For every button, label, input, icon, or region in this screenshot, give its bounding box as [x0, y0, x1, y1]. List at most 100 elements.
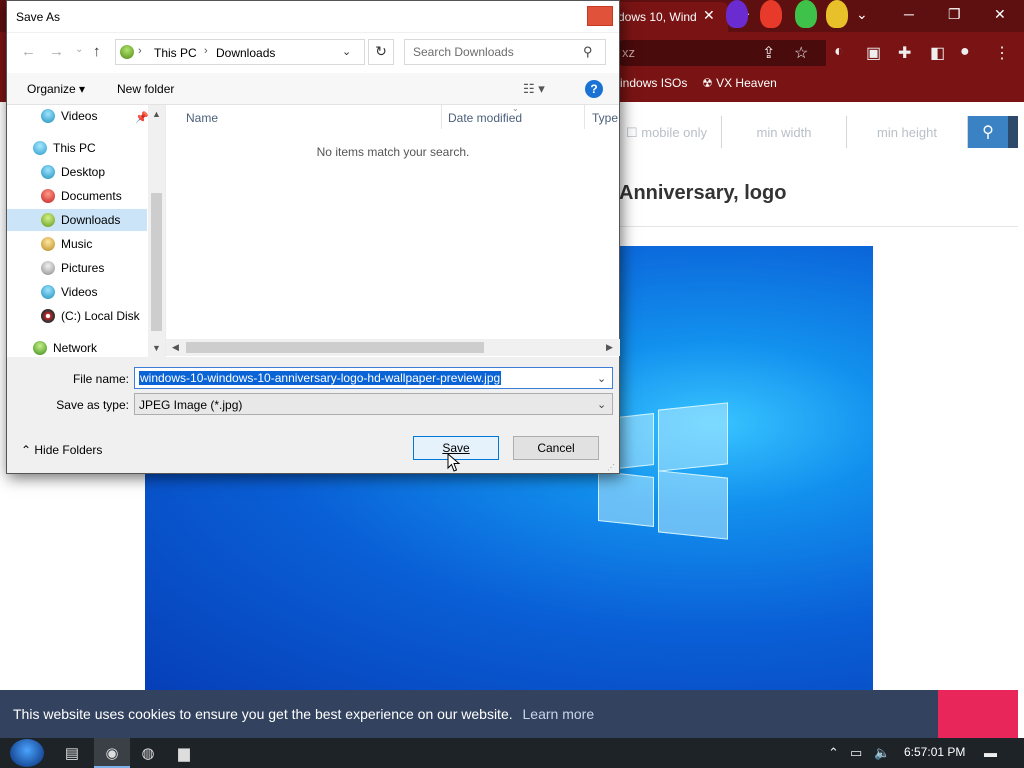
hide-folders-label: Hide Folders [34, 443, 103, 457]
nav-item-music[interactable]: Music [7, 233, 147, 255]
view-options-icon[interactable]: ☷ ▾ [523, 81, 545, 97]
notifications-icon[interactable]: ▬ [984, 745, 997, 760]
new-folder-button[interactable]: New folder [117, 82, 174, 96]
task-view-icon[interactable]: ▤ [54, 738, 90, 768]
nav-item-downloads[interactable]: Downloads [7, 209, 147, 231]
chrome-taskbar-icon[interactable]: ◉ [94, 738, 130, 768]
side-panel-icon[interactable]: ◧ [930, 43, 945, 63]
divider [612, 226, 1018, 227]
network-tray-icon[interactable]: ▭ [850, 745, 862, 761]
share-icon[interactable]: ⇪ [762, 43, 775, 63]
up-arrow-icon[interactable]: ↑ [93, 43, 101, 60]
search-icon[interactable]: ⚲ [583, 44, 593, 60]
ornament-icon [760, 0, 782, 28]
chevron-down-icon[interactable]: ⌄ [342, 45, 351, 58]
ornament-icon [726, 0, 748, 28]
promo-image[interactable] [938, 690, 1018, 738]
help-icon[interactable]: ? [585, 80, 603, 98]
nav-scrollbar[interactable]: ▲ ▼ [148, 105, 165, 357]
min-height-input[interactable]: min height [847, 116, 968, 148]
network-icon [33, 341, 47, 355]
breadcrumb-this-pc[interactable]: This PC [154, 46, 197, 60]
extension-flag-icon[interactable]: ◐ [834, 43, 844, 61]
extension-s-icon[interactable]: ▣ [866, 43, 881, 63]
bookmark-star-icon[interactable]: ☆ [794, 43, 808, 63]
file-list: Name ⌄ Date modified Type No items match… [165, 104, 620, 357]
mouse-cursor-icon [447, 453, 461, 472]
chevron-down-icon[interactable]: ⌄ [597, 398, 606, 411]
site-filter-bar: ☐ mobile only min width min height [612, 116, 1018, 148]
scroll-down-icon[interactable]: ▼ [152, 343, 161, 353]
breadcrumb-downloads[interactable]: Downloads [216, 46, 275, 60]
resize-grip-icon[interactable]: ⋰ [607, 463, 615, 472]
nav-item-videos[interactable]: Videos [7, 281, 147, 303]
hide-folders-button[interactable]: ⌃ Hide Folders [21, 443, 102, 457]
volume-icon[interactable]: 🔈 [874, 745, 890, 761]
nav-item-videos-quick[interactable]: Videos 📌 [7, 105, 149, 127]
learn-more-link[interactable]: Learn more [523, 706, 595, 722]
file-explorer-taskbar-icon[interactable]: ▆ [166, 738, 202, 768]
chevron-down-icon[interactable]: ⌄ [597, 372, 606, 385]
cookie-text: This website uses cookies to ensure you … [13, 706, 513, 722]
column-name[interactable]: Name [186, 111, 218, 125]
command-bar: Organize ▾ New folder ☷ ▾ ? [7, 73, 619, 105]
scroll-right-icon[interactable]: ▶ [606, 342, 613, 353]
start-button[interactable] [10, 739, 44, 767]
tab-search-icon[interactable]: ⌄ [856, 6, 868, 23]
column-date-modified[interactable]: Date modified [448, 111, 522, 125]
nav-item-desktop[interactable]: Desktop [7, 161, 147, 183]
cancel-button[interactable]: Cancel [513, 436, 599, 460]
checkbox-icon: ☐ [625, 125, 642, 140]
min-width-input[interactable]: min width [722, 116, 847, 148]
scroll-up-icon[interactable]: ▲ [152, 109, 161, 119]
nav-item-documents[interactable]: Documents [7, 185, 147, 207]
bookmark-vx-heaven[interactable]: ☢ VX Heaven [702, 76, 777, 90]
search-input[interactable] [404, 39, 606, 65]
chevron-right-icon[interactable]: › [138, 45, 142, 57]
file-name-field[interactable]: windows-10-windows-10-anniversary-logo-h… [134, 367, 613, 389]
menu-icon[interactable]: ⋮ [994, 43, 1010, 63]
nav-item-network[interactable]: Network [7, 337, 147, 357]
file-name-value: windows-10-windows-10-anniversary-logo-h… [139, 371, 502, 385]
nav-item-local-disk[interactable]: (C:) Local Disk [7, 305, 147, 327]
extensions-puzzle-icon[interactable]: ✚ [898, 43, 911, 63]
firefox-taskbar-icon[interactable]: ◍ [130, 738, 166, 768]
mobile-only-checkbox[interactable]: ☐ mobile only [612, 116, 722, 148]
clock[interactable]: 6:57:01 PM [904, 745, 965, 759]
file-list-scroll-thumb[interactable] [186, 342, 484, 353]
page-heading: Anniversary, logo [619, 182, 787, 204]
chevron-right-icon[interactable]: › [204, 45, 208, 57]
organize-button[interactable]: Organize ▾ [27, 82, 85, 96]
nav-item-this-pc[interactable]: This PC [7, 137, 147, 159]
tray-chevron-icon[interactable]: ⌃ [828, 745, 839, 761]
browser-tab-title: dows 10, Wind [618, 10, 697, 24]
save-as-type-select[interactable]: JPEG Image (*.jpg) ⌄ [134, 393, 613, 415]
chevron-up-icon: ⌃ [21, 443, 35, 457]
nav-item-label: Documents [61, 189, 122, 203]
profile-icon[interactable]: ● [960, 43, 970, 61]
scroll-left-icon[interactable]: ◀ [172, 342, 179, 353]
bookmark-windows-isos[interactable]: indows ISOs [620, 76, 687, 90]
cookie-banner: This website uses cookies to ensure you … [0, 690, 938, 738]
nav-item-label: Desktop [61, 165, 106, 179]
tab-close-icon[interactable]: ✕ [703, 7, 715, 24]
nav-scroll-thumb[interactable] [151, 193, 162, 331]
column-divider[interactable] [441, 105, 442, 129]
file-list-scrollbar[interactable]: ◀ ▶ [166, 339, 620, 356]
forward-arrow-icon[interactable]: → [49, 43, 64, 60]
refresh-icon[interactable]: ↻ [368, 39, 394, 65]
breadcrumb[interactable]: › This PC › Downloads ⌄ [115, 39, 365, 65]
column-type[interactable]: Type [592, 111, 618, 125]
videos-icon [41, 285, 55, 299]
dialog-titlebar[interactable]: Save As [7, 1, 619, 32]
ornament-icon [826, 0, 848, 28]
nav-item-pictures[interactable]: Pictures [7, 257, 147, 279]
minimize-icon[interactable]: ─ [904, 6, 914, 22]
back-arrow-icon[interactable]: ← [21, 43, 36, 60]
close-window-icon[interactable]: ✕ [994, 6, 1006, 23]
recent-dropdown-icon[interactable]: ⌄ [75, 44, 83, 55]
column-divider[interactable] [584, 105, 585, 129]
restore-icon[interactable]: ❐ [948, 6, 961, 23]
dialog-close-button[interactable] [587, 6, 613, 26]
site-search-icon[interactable]: ⚲ [968, 116, 1008, 148]
